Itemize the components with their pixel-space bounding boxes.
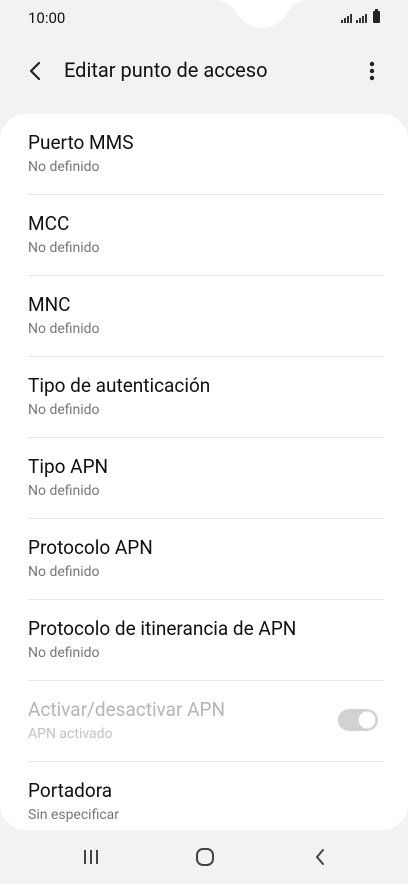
home-icon [196,848,214,866]
setting-row-tipo-apn[interactable]: Tipo APN No definido [28,438,384,519]
setting-label: MCC [28,212,70,235]
setting-value: No definido [28,645,100,661]
setting-row-protocolo-apn[interactable]: Protocolo APN No definido [28,519,384,600]
settings-list: Puerto MMS No definido MCC No definido M… [0,114,408,830]
signal-icon [356,14,367,23]
setting-label: Tipo de autenticación [28,374,211,397]
setting-label: Portadora [28,779,113,802]
setting-row-portadora[interactable]: Portadora Sin especificar [28,762,384,830]
status-bar: 10:00 [0,0,408,38]
setting-value: Sin especificar [28,807,120,823]
setting-label: Protocolo APN [28,536,153,559]
toggle-knob [357,710,377,730]
setting-label: MNC [28,293,71,316]
setting-row-activar-apn: Activar/desactivar APN APN activado [28,681,384,762]
setting-label: Activar/desactivar APN [28,698,226,721]
status-time: 10:00 [28,9,66,27]
home-button[interactable] [181,840,229,874]
setting-value: No definido [28,240,100,256]
back-button[interactable] [20,55,52,87]
recent-apps-icon [84,850,98,864]
setting-row-puerto-mms[interactable]: Puerto MMS No definido [28,114,384,195]
setting-row-mcc[interactable]: MCC No definido [28,195,384,276]
setting-value: No definido [28,483,100,499]
setting-row-mnc[interactable]: MNC No definido [28,276,384,357]
signal-icon [341,14,352,23]
nav-back-button[interactable] [296,840,344,874]
battery-icon [373,9,380,23]
setting-label: Puerto MMS [28,131,134,154]
page-title: Editar punto de acceso [64,58,268,82]
setting-value: APN activado [28,726,113,742]
more-vert-icon [369,61,375,81]
setting-value: No definido [28,321,100,337]
more-options-button[interactable] [358,55,386,87]
setting-label: Tipo APN [28,455,109,478]
status-icons [341,9,380,23]
setting-value: No definido [28,402,100,418]
setting-row-protocolo-itinerancia[interactable]: Protocolo de itinerancia de APN No defin… [28,600,384,681]
setting-value: No definido [28,564,100,580]
setting-label: Protocolo de itinerancia de APN [28,617,297,640]
setting-value: No definido [28,159,100,175]
navigation-bar [0,830,408,884]
setting-row-tipo-autenticacion[interactable]: Tipo de autenticación No definido [28,357,384,438]
recent-apps-button[interactable] [67,840,115,874]
app-bar: Editar punto de acceso [0,45,408,97]
apn-toggle-switch [338,709,378,731]
back-icon [316,849,324,865]
back-arrow-icon [29,61,41,81]
